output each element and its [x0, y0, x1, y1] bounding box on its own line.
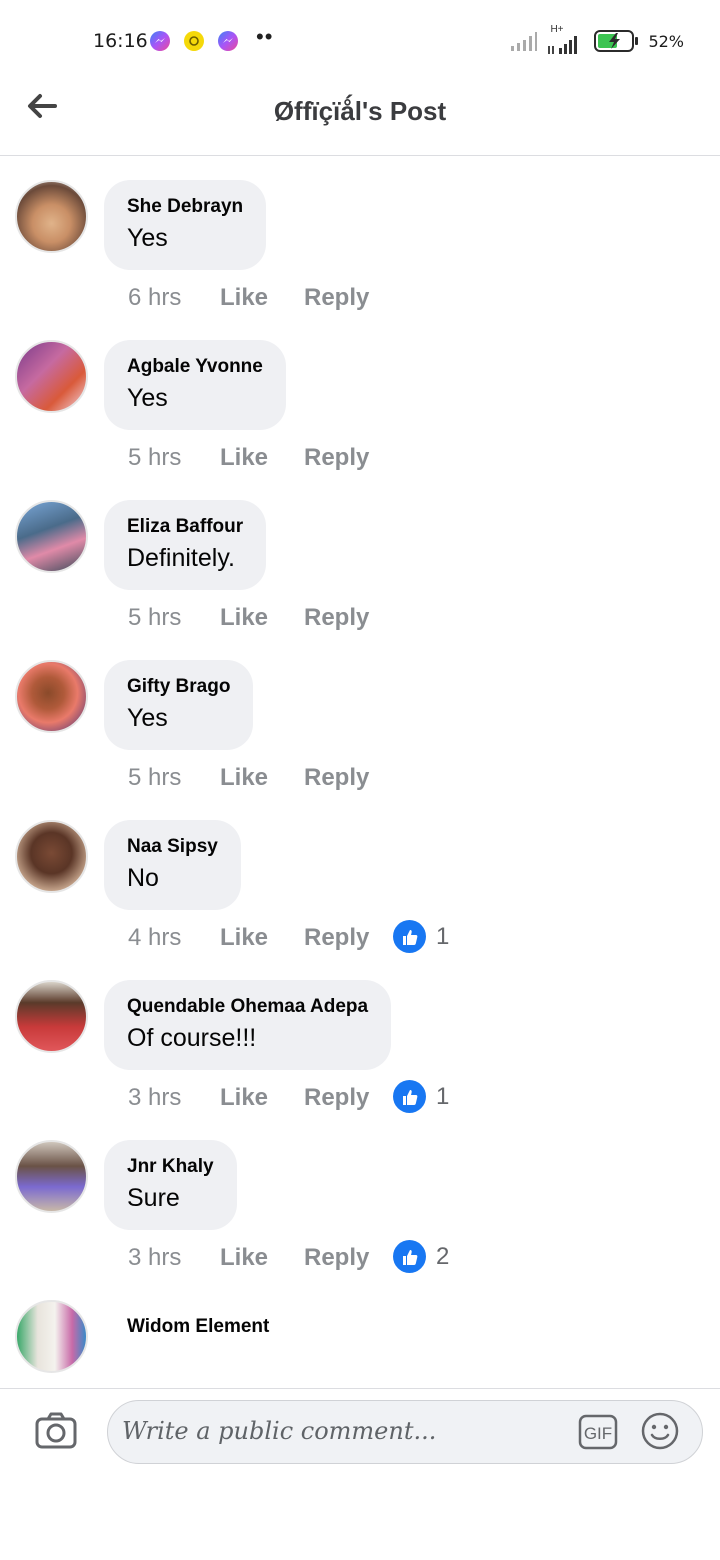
like-button[interactable]: Like: [220, 1084, 268, 1112]
status-bar: 16:16 •• H+ 52%: [0, 0, 720, 80]
like-button[interactable]: Like: [220, 1244, 268, 1272]
network-indicator: H+: [546, 24, 586, 56]
signal-icon: [511, 32, 538, 51]
comment-time[interactable]: 5 hrs: [128, 444, 181, 472]
comment-text: Definitely.: [127, 544, 235, 572]
messenger-icon: [218, 31, 238, 51]
battery-charging-icon: [594, 30, 639, 52]
reply-button[interactable]: Reply: [304, 924, 369, 952]
avatar[interactable]: [15, 340, 88, 413]
avatar[interactable]: [15, 820, 88, 893]
comment-bubble[interactable]: Agbale Yvonne Yes: [104, 340, 286, 430]
comment-time[interactable]: 5 hrs: [128, 764, 181, 792]
comment-text: No: [127, 864, 159, 892]
comment-bubble[interactable]: Eliza Baffour Definitely.: [104, 500, 267, 590]
comment-composer: Write a public comment... GIF: [0, 1388, 720, 1560]
comment-author[interactable]: Widom Element: [127, 1300, 269, 1338]
header: Øffïçïǻl's Post: [0, 80, 720, 156]
comment-input[interactable]: Write a public comment... GIF: [107, 1400, 703, 1464]
reaction-summary[interactable]: 1: [393, 920, 449, 953]
reply-button[interactable]: Reply: [304, 284, 369, 312]
like-button[interactable]: Like: [220, 604, 268, 632]
comment-time[interactable]: 6 hrs: [128, 284, 181, 312]
reaction-summary[interactable]: 2: [393, 1240, 449, 1273]
camera-icon: [35, 1412, 77, 1449]
reply-button[interactable]: Reply: [304, 444, 369, 472]
reply-button[interactable]: Reply: [304, 1244, 369, 1272]
comment-text: Of course!!!: [127, 1024, 257, 1052]
thumbs-up-icon: [393, 1080, 426, 1113]
gif-button[interactable]: GIF: [578, 1413, 618, 1451]
comment-bubble[interactable]: Gifty Brago Yes: [104, 660, 254, 750]
reaction-count: 1: [436, 922, 450, 950]
comment-bubble[interactable]: Jnr Khaly Sure: [104, 1140, 237, 1230]
thumbs-up-icon: [393, 920, 426, 953]
comment-time[interactable]: 3 hrs: [128, 1244, 181, 1272]
comment-bubble[interactable]: Quendable Ohemaa Adepa Of course!!!: [104, 980, 392, 1070]
thumbs-up-icon: [393, 1240, 426, 1273]
reaction-count: 2: [436, 1242, 450, 1270]
comment-list: She Debrayn Yes 6 hrs Like Reply Agbale …: [0, 156, 720, 1388]
avatar[interactable]: [15, 1140, 88, 1213]
comment-text: Sure: [127, 1184, 180, 1212]
like-button[interactable]: Like: [220, 444, 268, 472]
reply-button[interactable]: Reply: [304, 604, 369, 632]
comment-author[interactable]: She Debrayn: [127, 196, 243, 218]
avatar[interactable]: [15, 1300, 88, 1373]
camera-button[interactable]: [35, 1411, 77, 1449]
comment-item: Naa Sipsy No 4 hrs Like Reply 1: [0, 796, 720, 956]
signal-icon: [548, 36, 578, 54]
comment-author[interactable]: Naa Sipsy: [127, 836, 218, 858]
messenger-icon: [150, 31, 170, 51]
comment-author[interactable]: Eliza Baffour: [127, 516, 243, 538]
snapchat-like-icon: [184, 31, 204, 51]
comment-time[interactable]: 3 hrs: [128, 1084, 181, 1112]
more-dots-icon: ••: [256, 24, 274, 49]
comment-bubble[interactable]: She Debrayn Yes: [104, 180, 267, 270]
gif-icon: GIF: [578, 1414, 618, 1450]
avatar[interactable]: [15, 500, 88, 573]
comment-author[interactable]: Quendable Ohemaa Adepa: [127, 996, 368, 1018]
comment-text: Yes: [127, 224, 168, 252]
comment-item: Jnr Khaly Sure 3 hrs Like Reply 2: [0, 1116, 720, 1276]
like-button[interactable]: Like: [220, 284, 268, 312]
svg-text:GIF: GIF: [584, 1424, 612, 1443]
like-button[interactable]: Like: [220, 764, 268, 792]
reply-button[interactable]: Reply: [304, 764, 369, 792]
comment-bubble[interactable]: Naa Sipsy No: [104, 820, 241, 910]
reaction-summary[interactable]: 1: [393, 1080, 449, 1113]
comment-text: Yes: [127, 384, 168, 412]
comment-author[interactable]: Agbale Yvonne: [127, 356, 263, 378]
comment-author[interactable]: Gifty Brago: [127, 676, 230, 698]
battery-percent: 52%: [648, 31, 684, 51]
comment-item: She Debrayn Yes 6 hrs Like Reply: [0, 156, 720, 316]
comment-item: Widom Element: [0, 1276, 720, 1388]
comment-author[interactable]: Jnr Khaly: [127, 1156, 214, 1178]
comment-item: Agbale Yvonne Yes 5 hrs Like Reply: [0, 316, 720, 476]
comment-item: Quendable Ohemaa Adepa Of course!!! 3 hr…: [0, 956, 720, 1116]
status-time: 16:16: [93, 30, 148, 52]
comment-item: Eliza Baffour Definitely. 5 hrs Like Rep…: [0, 476, 720, 636]
emoji-button[interactable]: [640, 1411, 680, 1451]
reaction-count: 1: [436, 1082, 450, 1110]
comment-time[interactable]: 4 hrs: [128, 924, 181, 952]
like-button[interactable]: Like: [220, 924, 268, 952]
reply-button[interactable]: Reply: [304, 1084, 369, 1112]
comment-item: Gifty Brago Yes 5 hrs Like Reply: [0, 636, 720, 796]
status-right: H+ 52%: [510, 24, 684, 56]
avatar[interactable]: [15, 980, 88, 1053]
emoji-icon: [641, 1412, 679, 1450]
comment-input-placeholder: Write a public comment...: [122, 1417, 437, 1445]
avatar[interactable]: [15, 180, 88, 253]
page-title: Øffïçïǻl's Post: [273, 96, 447, 126]
avatar[interactable]: [15, 660, 88, 733]
comment-time[interactable]: 5 hrs: [128, 604, 181, 632]
comment-text: Yes: [127, 704, 168, 732]
